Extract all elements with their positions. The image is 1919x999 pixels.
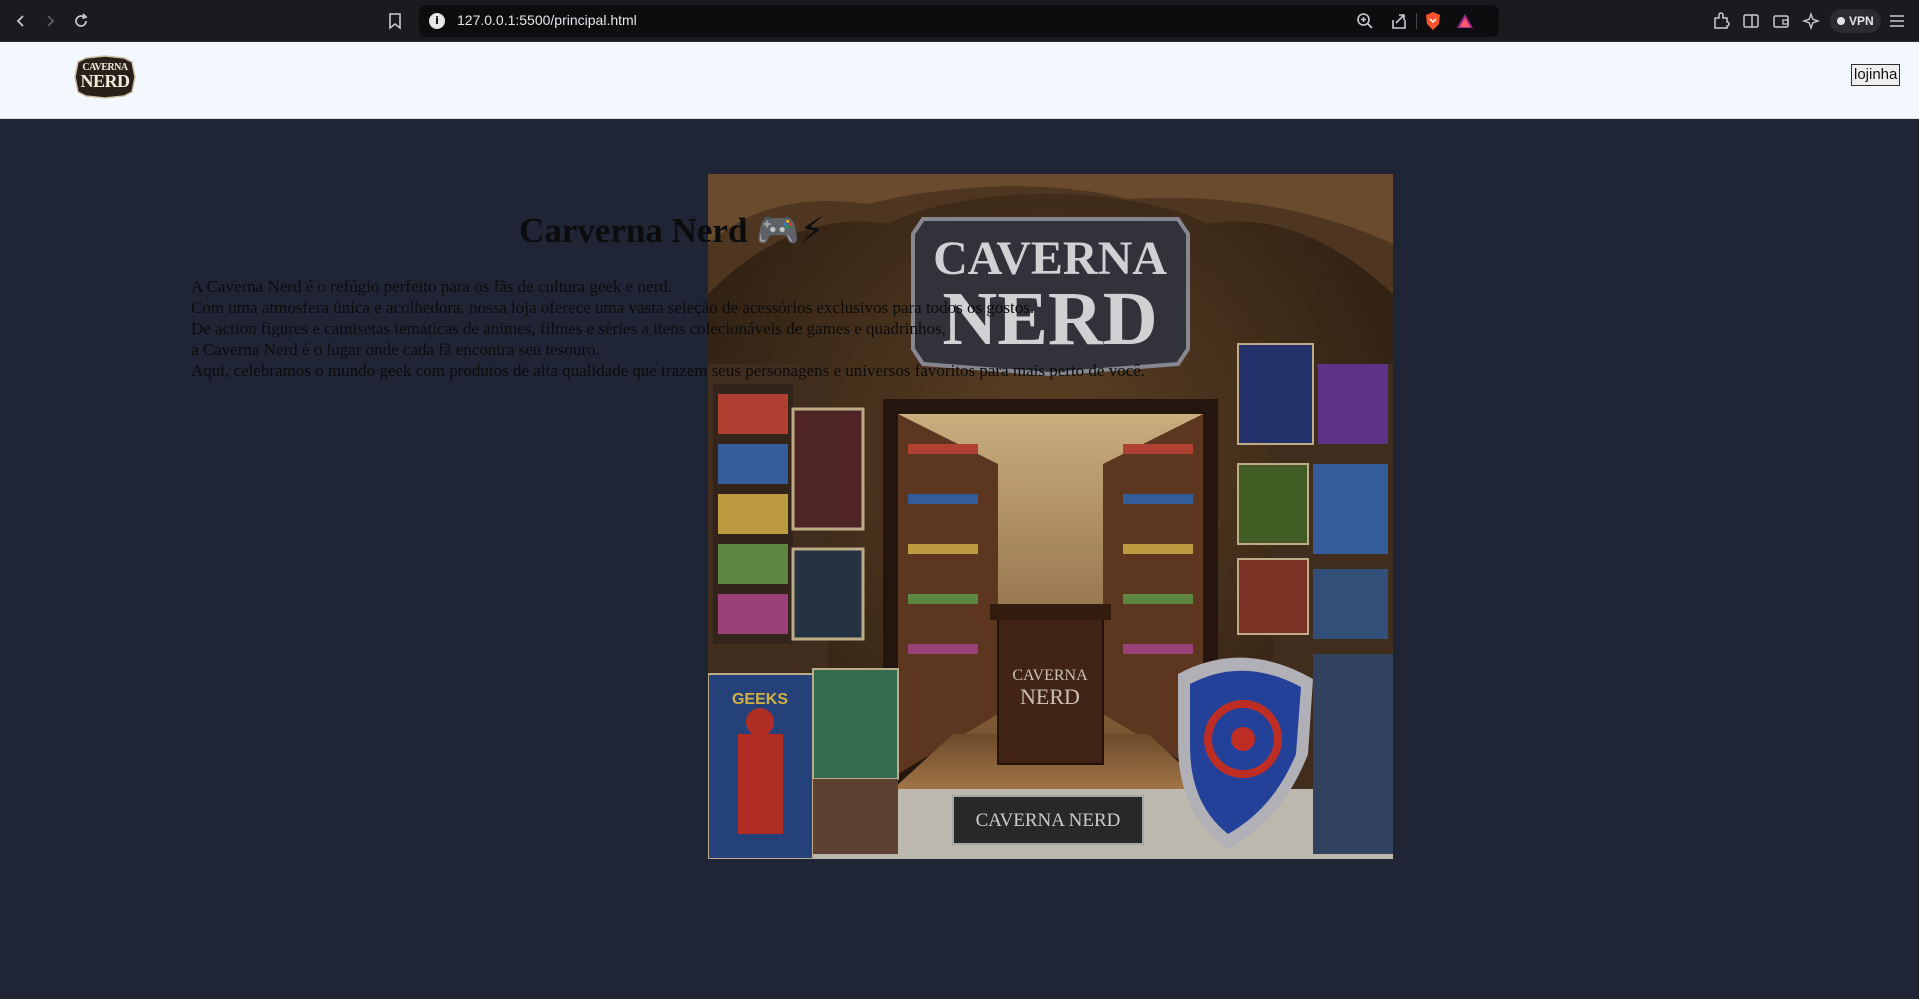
sidebar-icon[interactable] (1740, 10, 1762, 32)
description-line: Com uma atmosfera única e acolhedora, no… (191, 298, 1035, 317)
menu-icon[interactable] (1886, 10, 1908, 32)
page-title: Carverna Nerd 🎮⚡ (519, 210, 824, 251)
vpn-label: VPN (1849, 14, 1874, 28)
leo-ai-icon[interactable] (1800, 10, 1822, 32)
caverna-nerd-logo[interactable]: CAVERNA NERD (72, 54, 138, 100)
brave-shields-icon[interactable] (1423, 11, 1443, 31)
brave-rewards-icon[interactable] (1455, 11, 1475, 31)
description-line: Aqui, celebramos o mundo geek com produt… (191, 361, 1146, 380)
store-description: A Caverna Nerd é o refúgio perfeito para… (191, 276, 1145, 381)
gamepad-lightning-icon: 🎮⚡ (756, 211, 825, 251)
description-line: A Caverna Nerd é o refúgio perfeito para… (191, 277, 672, 296)
bookmark-icon[interactable] (383, 9, 407, 33)
browser-toolbar: i 127.0.0.1:5500/principal.html VPN (0, 0, 1919, 42)
wallet-icon[interactable] (1770, 10, 1792, 32)
zoom-icon[interactable] (1355, 11, 1375, 31)
share-icon[interactable] (1389, 11, 1409, 31)
logo-text-nerd: NERD (80, 71, 130, 91)
vpn-button[interactable]: VPN (1830, 9, 1881, 33)
back-icon[interactable] (9, 9, 33, 33)
url-text[interactable]: 127.0.0.1:5500/principal.html (457, 12, 637, 28)
page-title-text: Carverna Nerd (519, 211, 748, 250)
description-line: De action figures e camisetas temáticas … (191, 319, 946, 338)
site-info-icon[interactable]: i (429, 13, 445, 29)
lojinha-button[interactable]: lojinha (1851, 64, 1901, 86)
extensions-icon[interactable] (1710, 10, 1732, 32)
reload-icon[interactable] (69, 9, 93, 33)
address-bar[interactable]: i 127.0.0.1:5500/principal.html (419, 5, 1499, 37)
site-header: CAVERNA NERD lojinha (0, 42, 1919, 119)
separator (1416, 13, 1417, 29)
forward-icon[interactable] (38, 9, 62, 33)
description-line: a Caverna Nerd é o lugar onde cada fã en… (191, 340, 600, 359)
vpn-status-icon (1837, 17, 1845, 25)
